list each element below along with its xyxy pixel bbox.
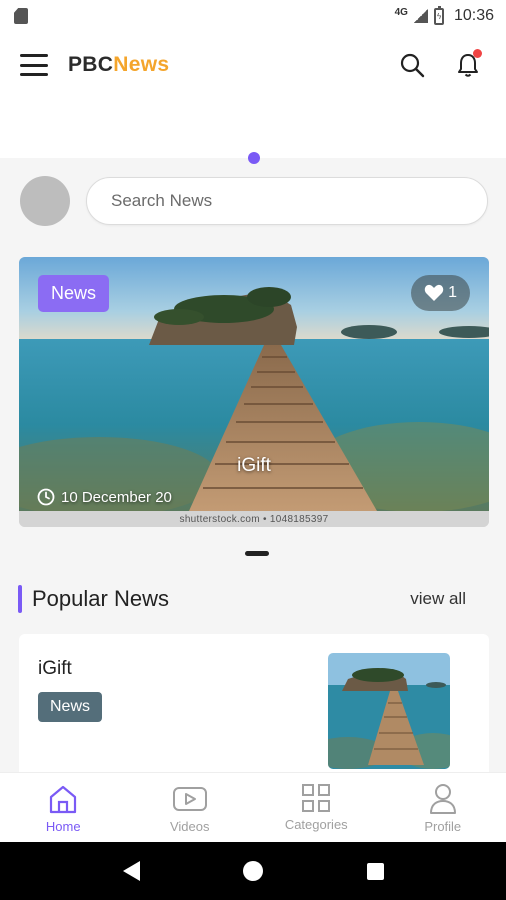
signal-icon bbox=[413, 9, 428, 23]
news-tag: News bbox=[38, 692, 103, 722]
nav-profile[interactable]: Profile bbox=[380, 773, 506, 842]
back-button[interactable] bbox=[120, 860, 142, 882]
featured-date: 10 December 20 bbox=[37, 488, 172, 506]
home-button[interactable] bbox=[242, 860, 264, 882]
home-circle-icon bbox=[243, 861, 263, 881]
heart-icon bbox=[424, 284, 444, 301]
recents-icon bbox=[366, 862, 384, 880]
nav-categories[interactable]: Categories bbox=[253, 773, 380, 842]
carousel-indicator bbox=[245, 551, 269, 556]
nav-videos-label: Videos bbox=[169, 819, 210, 834]
main-content: shutterstock.com • 1048185397 News 1 iGi… bbox=[0, 158, 506, 772]
clock-icon bbox=[37, 488, 55, 506]
section-title: Popular News bbox=[18, 585, 169, 613]
play-icon bbox=[172, 787, 207, 811]
user-icon bbox=[429, 784, 456, 814]
back-icon bbox=[122, 861, 140, 881]
news-title: iGift bbox=[38, 658, 72, 679]
popular-news-header: Popular News view all bbox=[18, 584, 466, 614]
date-text: 10 December 20 bbox=[61, 488, 172, 506]
like-count: 1 bbox=[448, 284, 457, 301]
category-tag: News bbox=[38, 275, 110, 312]
menu-icon[interactable] bbox=[20, 54, 48, 76]
nav-home-label: Home bbox=[45, 819, 81, 834]
avatar[interactable] bbox=[20, 176, 70, 226]
nav-profile-label: Profile bbox=[424, 819, 462, 834]
view-all-link[interactable]: view all bbox=[410, 589, 466, 609]
news-thumbnail bbox=[328, 653, 450, 769]
section-accent-bar bbox=[18, 585, 22, 613]
battery-charging-icon: ϟ bbox=[433, 5, 444, 25]
search-input[interactable] bbox=[86, 177, 488, 225]
search-row bbox=[20, 176, 488, 226]
like-button[interactable]: 1 bbox=[411, 275, 470, 311]
header-spacer bbox=[0, 98, 506, 158]
app-bar: PBCNews bbox=[0, 32, 506, 98]
sim-card-icon bbox=[14, 8, 28, 24]
nav-home[interactable]: Home bbox=[0, 773, 127, 842]
featured-title: iGift bbox=[237, 455, 271, 476]
status-bar: 4G ϟ 10:36 bbox=[0, 0, 506, 32]
scroll-indicator-dot bbox=[248, 152, 260, 164]
featured-news-card[interactable]: shutterstock.com • 1048185397 News 1 iGi… bbox=[19, 257, 489, 527]
search-icon bbox=[400, 53, 425, 78]
image-credit: shutterstock.com • 1048185397 bbox=[19, 511, 489, 527]
system-navigation-bar bbox=[0, 842, 506, 900]
home-icon bbox=[50, 785, 77, 814]
notifications-button[interactable] bbox=[450, 47, 486, 83]
notification-badge bbox=[473, 49, 482, 58]
bottom-navigation: Home Videos Categories Profile bbox=[0, 772, 506, 842]
clock: 10:36 bbox=[453, 7, 494, 24]
grid-icon bbox=[302, 784, 331, 812]
nav-videos[interactable]: Videos bbox=[127, 773, 254, 842]
nav-categories-label: Categories bbox=[284, 817, 348, 832]
news-list-item[interactable]: iGift News bbox=[19, 634, 489, 772]
recents-button[interactable] bbox=[364, 860, 386, 882]
brand-logo: PBCNews bbox=[68, 53, 170, 76]
search-button[interactable] bbox=[394, 47, 430, 83]
network-type: 4G bbox=[394, 6, 408, 18]
